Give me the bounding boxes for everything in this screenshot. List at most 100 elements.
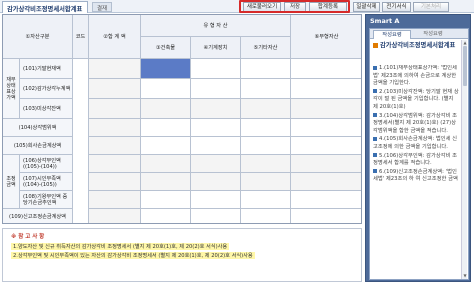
cell-total-109 [89, 209, 141, 223]
cell-total-107 [89, 173, 141, 191]
highlight-box [239, 0, 350, 13]
cell-total-101 [89, 59, 141, 79]
cell-building-105[interactable] [141, 137, 191, 155]
smart-a-panel: Smart A 작성요령 작성요령 감가상각비조정명세서합계표 1.(101)재… [365, 14, 471, 282]
guide-header: 감가상각비조정명세서합계표 [373, 42, 461, 50]
cell-total-102 [89, 79, 141, 99]
cell-total-108 [89, 191, 141, 209]
cell-intangible-109[interactable] [291, 209, 361, 223]
cell-machinery-106 [191, 155, 241, 173]
cell-building-102[interactable] [141, 79, 191, 99]
category-adjustment: 조정금액 [3, 155, 20, 209]
guide-item: 2.(103)미상각잔액: 당기말 현재 상각이 덜 된 금액을 기입합니다. … [373, 88, 459, 110]
cell-machinery-101[interactable] [191, 59, 241, 79]
notes-title: ※ 참 고 사 항 [11, 234, 45, 240]
cell-other-109[interactable] [241, 209, 291, 223]
header-total: ②합 계 액 [89, 15, 141, 59]
header-code: 코드 [73, 15, 89, 59]
cell-intangible-103 [291, 99, 361, 119]
cell-machinery-102[interactable] [191, 79, 241, 99]
cell-building-107 [141, 173, 191, 191]
cell-other-108[interactable] [241, 191, 291, 209]
tab-writing-guide[interactable]: 작성요령 [373, 30, 411, 39]
cell-machinery-104[interactable] [191, 119, 241, 137]
smart-a-tabs: 작성요령 작성요령 [370, 29, 468, 39]
guide-body: 1.(101)재무상태표상가액: '법인세법' 제23조에 의하여 손금으로 계… [373, 65, 459, 279]
bullet-icon [373, 169, 377, 174]
cell-other-105[interactable] [241, 137, 291, 155]
depreciation-table: ①자산구분 코드 ②합 계 액 유 형 자 산 ③건축물 ④기계장치 ⑤기타자산… [2, 14, 362, 224]
guide-item: 1.(101)재무상태표상가액: '법인세법' 제23조에 의하여 손금으로 계… [373, 65, 457, 87]
guide-scrollbar[interactable]: ▲ ▼ [461, 40, 467, 279]
cell-other-101[interactable] [241, 59, 291, 79]
tab-depreciation-summary[interactable]: 감가상각비조정명세서합계표 [2, 1, 88, 13]
guide-item: 4.(105)회사손금계상액: 법인세 신고조정에 의한 금액을 기입합니다. [373, 136, 458, 150]
guide-item: 5.(106)상각부인액: 감가상각비 조정명세서 합계를 적습니다. [373, 152, 458, 167]
header-intangible-assets: ⑥무형자산 [291, 15, 361, 59]
scroll-thumb[interactable] [463, 46, 467, 86]
cell-total-106 [89, 155, 141, 173]
cell-other-102[interactable] [241, 79, 291, 99]
bullet-icon [373, 113, 377, 118]
header-tangible-assets: 유 형 자 산 [141, 15, 291, 37]
row-label-107: (107)시인부족액 ((104)-(105)) [20, 173, 73, 191]
row-label-106: (106)상각부인액 ((105)-(104)) [20, 155, 73, 173]
row-label-104: (104)상각범위액 [3, 119, 73, 137]
bullet-icon [373, 153, 377, 158]
cell-other-106 [241, 155, 291, 173]
header-building: ③건축물 [141, 37, 191, 59]
category-balance-sheet: 재무상태표상가액 [3, 59, 20, 119]
cell-building-104[interactable] [141, 119, 191, 137]
cell-building-108[interactable] [141, 191, 191, 209]
cell-building-109[interactable] [141, 209, 191, 223]
smart-a-content: 작성요령 작성요령 감가상각비조정명세서합계표 1.(101)재무상태표상가액:… [369, 28, 469, 280]
cell-total-105 [89, 137, 141, 155]
scroll-down-icon[interactable]: ▼ [462, 273, 468, 279]
tab-approval[interactable]: 결재 [92, 2, 112, 12]
cell-total-103 [89, 99, 141, 119]
row-label-102: (102)감가상각누계액 [20, 79, 73, 99]
row-label-103: (103)미상각잔액 [20, 99, 73, 119]
guide-item: 6.(109)신고조정손금계상액: '법인세법' 제23조의 하 여 신고조정한… [373, 168, 458, 183]
top-toolbar: 감가상각비조정명세서합계표 결재 새로불러오기 저장 합계등록 일괄삭제 전기서… [0, 0, 474, 13]
cell-building-101-selected[interactable] [141, 59, 191, 79]
cell-other-104[interactable] [241, 119, 291, 137]
cell-other-107 [241, 173, 291, 191]
cell-machinery-105[interactable] [191, 137, 241, 155]
row-label-101: (101)기말현재액 [20, 59, 73, 79]
cell-machinery-109[interactable] [191, 209, 241, 223]
bullet-icon [373, 89, 377, 94]
cell-intangible-105[interactable] [291, 137, 361, 155]
cell-intangible-101[interactable] [291, 59, 361, 79]
cell-intangible-108[interactable] [291, 191, 361, 209]
header-asset-category: ①자산구분 [3, 15, 73, 59]
cell-intangible-107 [291, 173, 361, 191]
row-label-108: (108)기왕부인액 중 당기손금추인액 [20, 191, 73, 209]
bullet-icon [373, 65, 377, 70]
tab-writing-guide-2[interactable]: 작성요령 [414, 30, 452, 39]
default-process-button: 기본처리 [413, 2, 449, 12]
guide-item: 3.(104)상각범위액: 감가상각비 조정명세서(별지 제 20호(1)호) … [373, 112, 458, 134]
cell-machinery-107 [191, 173, 241, 191]
reference-notes: ※ 참 고 사 항 1.양도자산 및 신규 취득자산의 감가상각비 조정명세서 … [2, 228, 362, 282]
row-label-105: (105)회사손금계상액 [3, 137, 73, 155]
previous-form-button[interactable]: 전기서식 [382, 2, 411, 12]
cell-intangible-106 [291, 155, 361, 173]
note-line-1: 1.양도자산 및 신규 취득자산의 감가상각비 조정명세서 (별지 제 20호(… [11, 243, 230, 250]
cell-total-104 [89, 119, 141, 137]
cell-other-103 [241, 99, 291, 119]
cell-building-106 [141, 155, 191, 173]
delete-all-button[interactable]: 일괄삭제 [353, 2, 380, 12]
row-label-109: (109)신고조정손금계상액 [3, 209, 73, 223]
guide-header-text: 감가상각비조정명세서합계표 [380, 42, 456, 49]
header-other-assets: ⑤기타자산 [241, 37, 291, 59]
bullet-icon [373, 136, 377, 141]
cell-machinery-103 [191, 99, 241, 119]
smart-a-title: Smart A [370, 17, 400, 25]
bullet-square-icon [373, 42, 378, 48]
cell-intangible-104[interactable] [291, 119, 361, 137]
note-line-2: 2.상각부인액 및 시인부족액이 있는 자산의 감가상각비 조정명세서 (별지 … [11, 252, 255, 259]
header-machinery: ④기계장치 [191, 37, 241, 59]
cell-intangible-102[interactable] [291, 79, 361, 99]
cell-machinery-108[interactable] [191, 191, 241, 209]
